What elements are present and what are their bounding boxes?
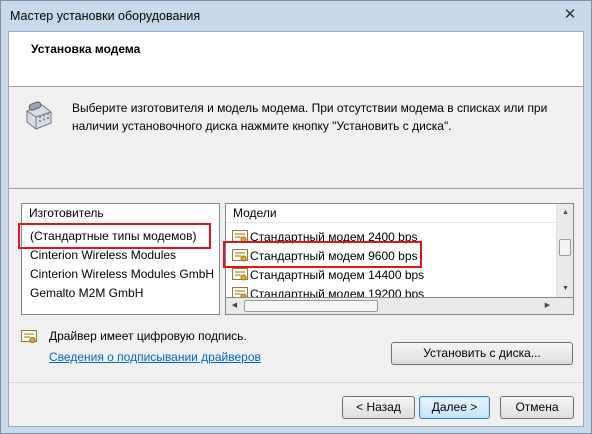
manufacturer-highlight-box [18, 223, 211, 249]
certificate-icon [232, 287, 248, 297]
model-list-header: Модели [226, 204, 557, 223]
scrollbar-thumb[interactable] [559, 239, 571, 256]
wizard-client-area: Установка модема Выберите изготовителя и… [8, 31, 584, 427]
wizard-header: Установка модема [9, 32, 583, 87]
scroll-right-icon[interactable]: ▶ [539, 298, 556, 314]
signed-driver-icon [21, 330, 37, 344]
model-list-vertical-scrollbar[interactable]: ▲ ▼ [556, 204, 573, 297]
signature-status-text: Драйвер имеет цифровую подпись. [49, 329, 247, 343]
manufacturer-list-header: Изготовитель [29, 206, 104, 220]
scrollbar-thumb[interactable] [244, 300, 378, 312]
section-divider [9, 188, 583, 189]
intro-text: Выберите изготовителя и модель модема. П… [72, 101, 548, 133]
install-from-disk-button[interactable]: Установить с диска... [391, 342, 573, 365]
cancel-button[interactable]: Отмена [500, 396, 574, 419]
model-item-label: Стандартный модем 14400 bps [250, 268, 425, 282]
manufacturer-item[interactable]: Gemalto M2M GmbH [30, 284, 143, 303]
model-item[interactable]: Стандартный модем 14400 bps [232, 266, 424, 284]
scroll-down-icon[interactable]: ▼ [557, 280, 573, 297]
footer-divider [9, 382, 583, 383]
title-bar[interactable]: Мастер установки оборудования ✕ [1, 1, 591, 31]
next-button[interactable]: Далее > [419, 396, 490, 419]
page-title: Установка модема [31, 42, 141, 56]
scroll-left-icon[interactable]: ◀ [226, 298, 243, 314]
model-list-horizontal-scrollbar[interactable]: ◀ ▶ [225, 298, 574, 315]
wizard-window: Мастер установки оборудования ✕ Установк… [0, 0, 592, 434]
modem-phone-icon [26, 101, 52, 130]
driver-signing-info-link[interactable]: Сведения о подписывании драйверов [49, 350, 261, 364]
manufacturer-item[interactable]: Cinterion Wireless Modules GmbH [30, 265, 214, 284]
model-item[interactable]: Стандартный модем 19200 bps [232, 285, 425, 298]
model-highlight-box [223, 241, 422, 268]
scroll-up-icon[interactable]: ▲ [557, 204, 573, 221]
model-item-label: Стандартный модем 19200 bps [250, 287, 425, 298]
window-title: Мастер установки оборудования [10, 9, 201, 23]
manufacturer-list[interactable]: Изготовитель (Стандартные типы модемов) … [21, 203, 220, 315]
back-button[interactable]: < Назад [342, 396, 415, 419]
close-icon[interactable]: ✕ [559, 5, 581, 25]
certificate-icon [232, 268, 248, 281]
